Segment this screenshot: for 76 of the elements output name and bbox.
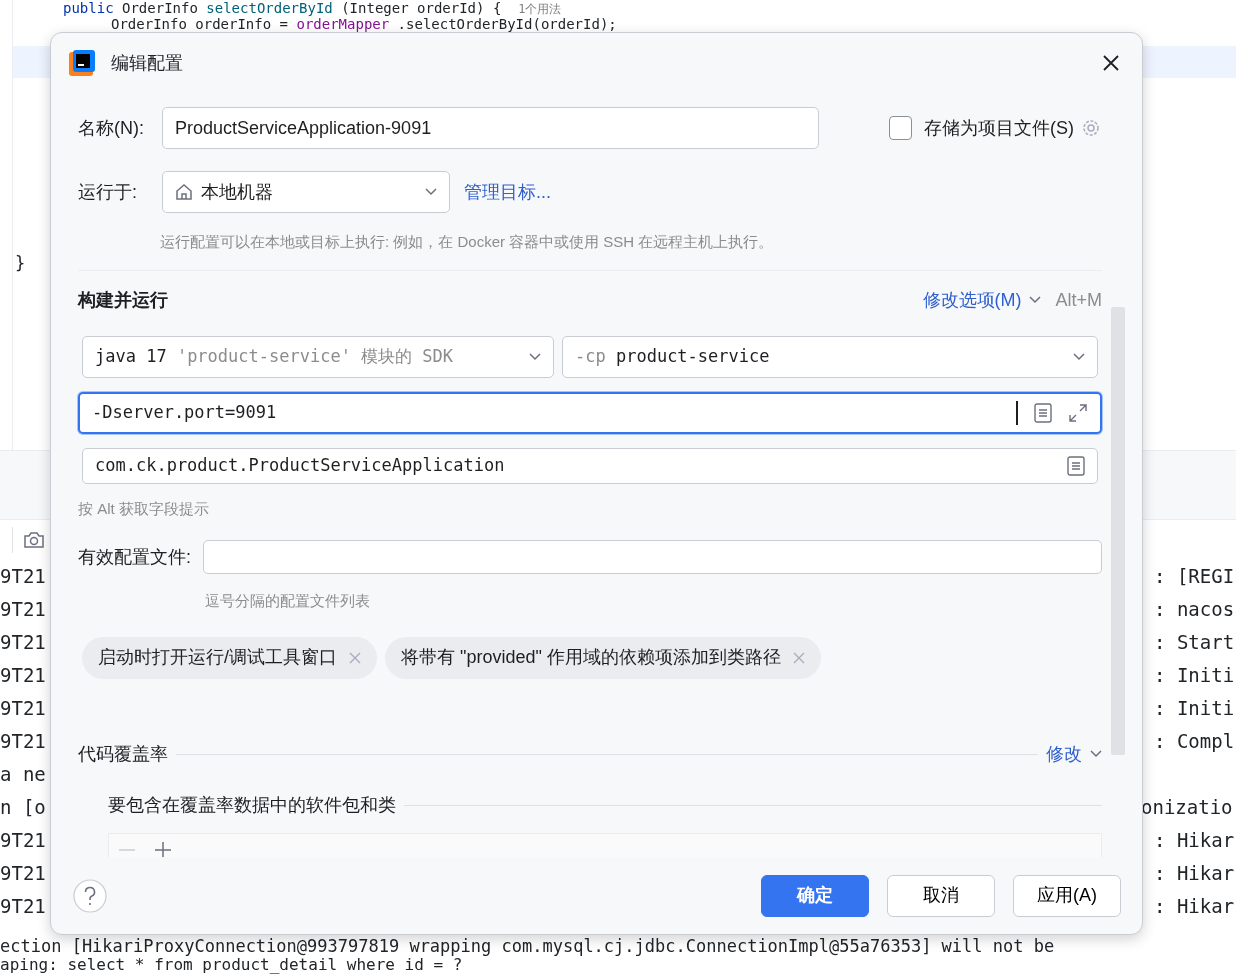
manage-targets-link[interactable]: 管理目标... [464,178,552,206]
chevron-down-icon [1073,352,1085,361]
name-field[interactable]: ProductServiceApplication-9091 [162,107,819,149]
console-text: a ne [0,762,46,787]
chip-label: 启动时打开运行/调试工具窗口 [98,646,337,669]
console-text: 9T21 [0,564,46,589]
code-token: .selectOrderById(orderId); [397,16,617,32]
console-text: : Compl [1154,729,1236,754]
modify-link[interactable]: 修改 [1046,740,1102,768]
modify-options-link[interactable]: 修改选项(M) [922,286,1042,314]
add-icon[interactable] [153,839,173,857]
chevron-down-icon [425,188,437,196]
console-text: 9T21 [0,894,46,919]
code-token: orderMapper [296,16,390,32]
dialog-button[interactable]: 应用(A) [1013,874,1121,917]
scrollbar-thumb[interactable] [1111,307,1125,755]
section-title: 代码覆盖率 [78,742,168,766]
shortcut-hint: Alt+M [1055,288,1102,312]
console-text: 9T21 [0,861,46,886]
field-label: 名称(N): [78,116,144,140]
console-text: ection [HikariProxyConnection@993797819 wrapping com.mysql.cj.jdbc.ConnectionImpl@55a76353] will not be [0,936,1056,956]
console-text: : Hikar [1154,861,1236,886]
section-title: 构建并运行 [78,288,169,312]
helper-text: 逗号分隔的配置文件列表 [205,591,371,611]
document-icon[interactable] [1067,455,1085,476]
subsection-title: 要包含在覆盖率数据中的软件包和类 [108,793,396,817]
console-text: : Start [1154,630,1236,655]
console-text: aping: select * from product_detail where id = ? [0,956,463,974]
dialog-button[interactable]: 确定 [761,874,869,917]
helper-text: 按 Alt 获取字段提示 [78,498,210,519]
code-token: (Integer orderId) { [341,0,502,16]
gear-icon[interactable] [1080,117,1102,139]
code-token: OrderInfo orderInfo = [111,16,288,32]
vm-options-field[interactable]: -Dserver.port=9091 [78,391,1102,434]
console-text: 9T21 [0,696,46,721]
field-label: 有效配置文件: [78,545,191,569]
usage-hint: 1个用法 [518,2,562,16]
field-label: 运行于: [78,180,137,204]
code-token: public [63,0,114,16]
console-text: 9T21 [0,828,46,853]
document-icon[interactable] [1034,402,1052,423]
close-icon[interactable] [1102,54,1120,72]
code-token: selectOrderById [206,0,333,16]
dialog-title: 编辑配置 [111,51,184,75]
profiles-field[interactable] [203,540,1102,574]
chip-label: 将带有 "provided" 作用域的依赖项添加到类路径 [401,646,781,669]
home-icon [175,183,193,201]
console-text: : Initi [1154,663,1236,688]
console-text: 9T21 [0,663,46,688]
code-token: } [15,253,26,273]
chevron-down-icon [1090,750,1102,758]
console-text: : Initi [1154,696,1236,721]
expand-icon[interactable] [1068,402,1088,423]
helper-text: 运行配置可以在本地或目标上执行: 例如，在 Docker 容器中或使用 SSH 在远程主机上执行。 [160,232,775,252]
console-text: : Hikar [1154,894,1236,919]
chevron-down-icon [529,352,541,361]
camera-icon[interactable] [23,531,45,549]
chevron-down-icon [1029,296,1042,304]
console-text: 9T21 [0,597,46,622]
help-button[interactable] [73,878,107,913]
console-text: : Hikar [1154,828,1236,853]
code-token: OrderInfo [122,0,198,16]
target-dropdown[interactable]: 本地机器 [162,171,450,213]
classpath-dropdown[interactable]: -cp product-service [562,335,1098,378]
console-text: onizatio [1141,795,1234,820]
console-text: : nacos [1154,597,1236,622]
checkbox[interactable] [888,116,912,140]
app-logo-icon [69,50,95,76]
console-text: : [REGI [1154,564,1236,589]
sdk-dropdown[interactable]: java 17 'product-service' 模块的 SDK [82,335,554,378]
dialog-button[interactable]: 取消 [887,874,995,917]
console-text: 9T21 [0,729,46,754]
main-class-field[interactable]: com.ck.product.ProductServiceApplication [82,447,1098,484]
console-text: 9T21 [0,630,46,655]
console-text: n [o [0,795,46,820]
checkbox-label: 存储为项目文件(S) [924,116,1074,140]
